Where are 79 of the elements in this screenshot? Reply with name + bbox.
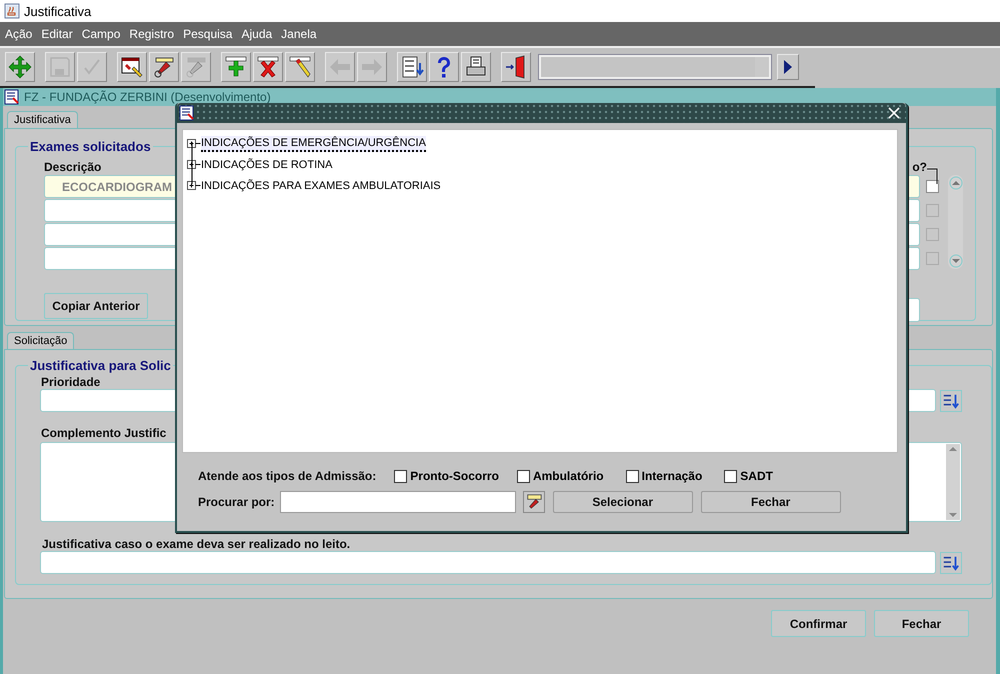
tab[interactable]: Solicitação (7, 332, 74, 349)
plus-box-icon (187, 160, 201, 170)
play-icon (783, 59, 793, 75)
list-button[interactable] (940, 390, 962, 412)
dialog-button[interactable]: Fechar (700, 491, 841, 513)
flashlight-icon (184, 55, 208, 79)
field-label: Complemento Justific (41, 426, 168, 440)
admission-checkbox[interactable]: Pronto-Socorro (394, 469, 499, 483)
bracket-line (927, 168, 939, 184)
plus-box-icon (187, 180, 201, 190)
toolbar-button[interactable] (149, 52, 179, 82)
close-icon[interactable] (888, 107, 900, 119)
checkbox[interactable] (394, 470, 408, 482)
x-icon (256, 55, 280, 79)
numbered-list-icon (942, 392, 960, 410)
toolbar-button[interactable] (5, 52, 35, 82)
tree-item[interactable]: INDICAÇÕES PARA EXAMES AMBULATORIAIS (183, 175, 441, 196)
numbered-list-icon (400, 55, 424, 79)
menu-item[interactable]: Editar (41, 27, 73, 41)
tab[interactable]: Justificativa (7, 111, 78, 128)
menu-item[interactable]: Ação (5, 27, 32, 41)
field-label: Prioridade (41, 375, 102, 389)
copy-previous-button[interactable]: Copiar Anterior (44, 292, 148, 318)
toolbar-button[interactable] (429, 52, 459, 82)
checkbox[interactable] (926, 180, 939, 193)
admission-checkbox[interactable]: Internação (626, 469, 702, 483)
window-title: Justificativa (24, 4, 92, 18)
form-window-icon (179, 105, 195, 121)
menu-item[interactable]: Ajuda (241, 27, 272, 41)
toolbar-button[interactable] (461, 52, 491, 82)
field-label: Procurar por: (198, 495, 275, 509)
four-arrows-icon (8, 55, 32, 79)
next-button[interactable] (777, 54, 799, 80)
field-label: Justificativa caso o exame deva ser realizado no leito. (42, 537, 352, 551)
field-label: Atende aos tipos de Admissão: (198, 469, 376, 483)
menu-item[interactable]: Janela (281, 27, 317, 41)
action-button[interactable]: Confirmar (771, 610, 866, 637)
toolbar-button[interactable] (117, 52, 147, 82)
section-title: Justificativa para Solic (29, 358, 172, 373)
tree-line (191, 142, 193, 184)
numbered-list-icon (942, 554, 960, 572)
form-window-title: FZ - FUNDAÇÃO ZERBINI (Desenvolvimento) (24, 90, 271, 104)
plus-icon (224, 55, 248, 79)
column-header: o? (912, 160, 927, 174)
form-window-icon (4, 89, 20, 105)
toolbar-button[interactable] (285, 52, 315, 82)
admission-checkbox[interactable]: Ambulatório (516, 469, 604, 483)
search-field[interactable] (280, 491, 516, 513)
dropdown-field[interactable] (539, 55, 771, 79)
flashlight-icon (152, 55, 176, 79)
coffee-cup-icon (4, 3, 20, 19)
bed-justification-field[interactable] (40, 551, 936, 574)
scroll-up-icon (948, 176, 962, 190)
menu-item[interactable]: Campo (82, 27, 120, 41)
checkbox[interactable] (516, 470, 530, 482)
window-pencil-icon (120, 55, 144, 79)
admission-checkbox[interactable]: SADT (724, 469, 773, 483)
flashlight-icon (524, 493, 543, 511)
checkbox[interactable] (626, 470, 639, 482)
pencil-icon (288, 55, 312, 79)
dialog-button[interactable]: Selecionar (552, 491, 693, 513)
flashlight-button[interactable] (522, 491, 545, 513)
column-header: Descrição (44, 160, 102, 174)
tree-item[interactable]: INDICAÇÕES DE ROTINA (183, 154, 332, 175)
toolbar-button[interactable] (253, 52, 283, 82)
menu-item[interactable]: Registro (129, 27, 174, 41)
list-button[interactable] (940, 552, 962, 574)
toolbar-button[interactable] (397, 52, 427, 82)
toolbar-button[interactable] (501, 52, 531, 82)
scroll-down-icon (948, 254, 962, 268)
scrollbar[interactable] (948, 175, 963, 269)
scroll-down-icon (948, 510, 958, 520)
checkbox[interactable] (724, 470, 738, 482)
section-title: Exames solicitados (29, 139, 152, 154)
action-button[interactable]: Fechar (874, 610, 969, 637)
scrollbar[interactable] (946, 444, 960, 520)
menu-item[interactable]: Pesquisa (183, 27, 232, 41)
plus-box-icon (187, 138, 201, 148)
scroll-up-icon (948, 444, 958, 454)
